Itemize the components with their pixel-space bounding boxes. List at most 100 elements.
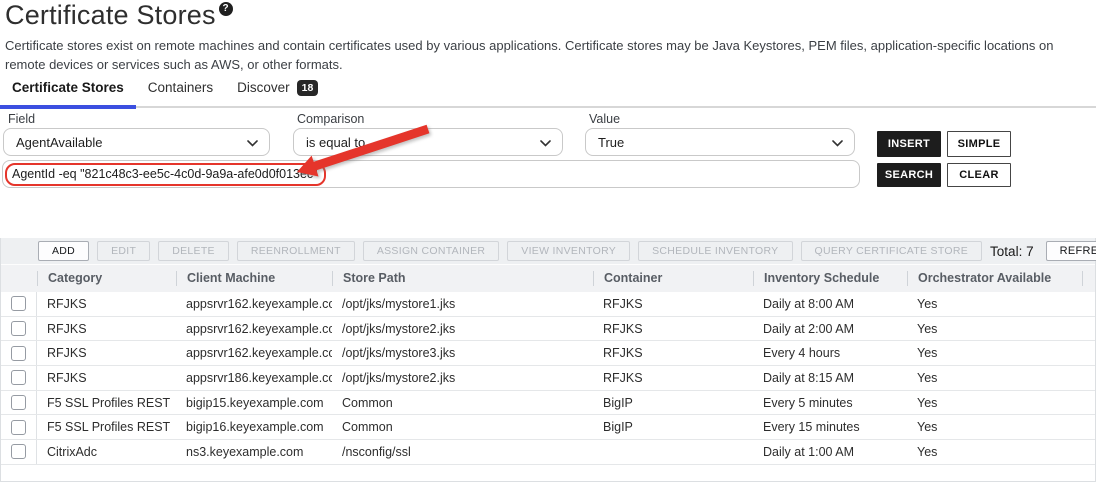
grid-body: RFJKS appsrvr162.keyexample.com /opt/jks… — [1, 292, 1095, 465]
cell-container: BigIP — [593, 396, 753, 410]
table-row: F5 SSL Profiles REST bigip15.keyexample.… — [1, 391, 1095, 416]
field-select[interactable]: AgentAvailable — [3, 128, 270, 156]
cell-orchestrator-available: Yes — [907, 445, 1082, 459]
cell-store-path: /opt/jks/mystore2.jks — [332, 371, 593, 385]
cell-client-machine: appsrvr162.keyexample.com — [176, 346, 332, 360]
toolbar-button-edit: EDIT — [97, 241, 150, 261]
simple-button[interactable]: SIMPLE — [947, 131, 1011, 157]
help-icon[interactable]: ? — [219, 2, 233, 16]
tab-label: Certificate Stores — [12, 80, 124, 95]
row-checkbox[interactable] — [11, 420, 26, 435]
toolbar-button-assign-container: ASSIGN CONTAINER — [363, 241, 499, 261]
cell-client-machine: appsrvr162.keyexample.com — [176, 297, 332, 311]
cell-store-path: /opt/jks/mystore3.jks — [332, 346, 593, 360]
table-row: RFJKS appsrvr162.keyexample.com /opt/jks… — [1, 292, 1095, 317]
cell-inventory-schedule: Every 15 minutes — [753, 420, 907, 434]
column-header-store-path[interactable]: Store Path — [332, 271, 593, 286]
cell-client-machine: appsrvr162.keyexample.com — [176, 322, 332, 336]
tab-label: Discover — [237, 80, 290, 95]
column-header-category[interactable]: Category — [37, 271, 176, 286]
cell-inventory-schedule: Every 5 minutes — [753, 396, 907, 410]
page-title-text: Certificate Stores — [5, 0, 216, 30]
row-checkbox-cell — [1, 391, 37, 415]
query-text: AgentId -eq "821c48c3-ee5c-4c0d-9a9a-afe… — [12, 167, 318, 181]
field-select-value: AgentAvailable — [16, 135, 103, 150]
cell-client-machine: ns3.keyexample.com — [176, 445, 332, 459]
grid-toolbar-right: Total: 7 REFRESH — [990, 241, 1096, 261]
row-checkbox[interactable] — [11, 395, 26, 410]
cell-category: F5 SSL Profiles REST — [37, 420, 176, 434]
cell-container: RFJKS — [593, 371, 753, 385]
comparison-select[interactable]: is equal to — [293, 128, 563, 156]
clear-button[interactable]: CLEAR — [947, 163, 1011, 187]
chevron-down-icon — [247, 135, 258, 150]
table-row: CitrixAdc ns3.keyexample.com /nsconfig/s… — [1, 440, 1095, 465]
value-label: Value — [589, 112, 620, 126]
cell-category: CitrixAdc — [37, 445, 176, 459]
query-input[interactable]: AgentId -eq "821c48c3-ee5c-4c0d-9a9a-afe… — [2, 160, 860, 188]
cell-client-machine: bigip15.keyexample.com — [176, 396, 332, 410]
cell-inventory-schedule: Daily at 1:00 AM — [753, 445, 907, 459]
total-count: Total: 7 — [990, 244, 1034, 259]
comparison-select-value: is equal to — [306, 135, 365, 150]
row-checkbox[interactable] — [11, 444, 26, 459]
tab-containers[interactable]: Containers — [136, 74, 225, 106]
cell-store-path: /opt/jks/mystore2.jks — [332, 322, 593, 336]
cell-client-machine: appsrvr186.keyexample.com — [176, 371, 332, 385]
cell-inventory-schedule: Daily at 8:15 AM — [753, 371, 907, 385]
cell-container: RFJKS — [593, 346, 753, 360]
cell-store-path: /nsconfig/ssl — [332, 445, 593, 459]
header-spacer — [1082, 271, 1095, 286]
cell-orchestrator-available: Yes — [907, 322, 1082, 336]
cell-container: RFJKS — [593, 297, 753, 311]
query-builder: Field Comparison Value AgentAvailable is… — [0, 104, 1096, 238]
comparison-label: Comparison — [297, 112, 364, 126]
certificate-store-grid-panel: ADDEDITDELETEREENROLLMENTASSIGN CONTAINE… — [0, 238, 1096, 482]
row-checkbox[interactable] — [11, 321, 26, 336]
toolbar-button-delete: DELETE — [158, 241, 229, 261]
field-label: Field — [8, 112, 35, 126]
cell-container: BigIP — [593, 420, 753, 434]
row-checkbox[interactable] — [11, 296, 26, 311]
tab-certificate-stores[interactable]: Certificate Stores — [0, 74, 136, 106]
toolbar-button-schedule-inventory: SCHEDULE INVENTORY — [638, 241, 792, 261]
certificate-stores-page: Certificate Stores? Certificate stores e… — [0, 0, 1096, 482]
row-checkbox-cell — [1, 317, 37, 341]
refresh-button[interactable]: REFRESH — [1046, 241, 1096, 261]
column-header-client-machine[interactable]: Client Machine — [176, 271, 332, 286]
value-select[interactable]: True — [585, 128, 855, 156]
column-header-inventory-schedule[interactable]: Inventory Schedule — [753, 271, 907, 286]
cell-category: RFJKS — [37, 346, 176, 360]
cell-inventory-schedule: Daily at 2:00 AM — [753, 322, 907, 336]
row-checkbox-cell — [1, 440, 37, 464]
toolbar-button-add[interactable]: ADD — [38, 241, 89, 261]
insert-button[interactable]: INSERT — [877, 131, 941, 157]
row-checkbox[interactable] — [11, 346, 26, 361]
cell-orchestrator-available: Yes — [907, 396, 1082, 410]
discover-count-badge: 18 — [297, 80, 319, 96]
page-title: Certificate Stores? — [0, 0, 1096, 31]
chevron-down-icon — [540, 135, 551, 150]
tab-discover[interactable]: Discover 18 — [225, 74, 330, 106]
row-checkbox-cell — [1, 415, 37, 439]
cell-category: RFJKS — [37, 297, 176, 311]
table-row: F5 SSL Profiles REST bigip16.keyexample.… — [1, 415, 1095, 440]
cell-store-path: Common — [332, 420, 593, 434]
cell-inventory-schedule: Daily at 8:00 AM — [753, 297, 907, 311]
search-button[interactable]: SEARCH — [877, 163, 941, 187]
cell-category: RFJKS — [37, 322, 176, 336]
table-row: RFJKS appsrvr162.keyexample.com /opt/jks… — [1, 341, 1095, 366]
cell-store-path: /opt/jks/mystore1.jks — [332, 297, 593, 311]
row-checkbox-cell — [1, 292, 37, 316]
cell-inventory-schedule: Every 4 hours — [753, 346, 907, 360]
row-checkbox-cell — [1, 341, 37, 365]
cell-orchestrator-available: Yes — [907, 371, 1082, 385]
table-row: RFJKS appsrvr186.keyexample.com /opt/jks… — [1, 366, 1095, 391]
toolbar-button-view-inventory: VIEW INVENTORY — [507, 241, 630, 261]
column-header-orchestrator-available[interactable]: Orchestrator Available — [907, 271, 1082, 286]
column-header-container[interactable]: Container — [593, 271, 753, 286]
cell-category: F5 SSL Profiles REST — [37, 396, 176, 410]
row-checkbox[interactable] — [11, 370, 26, 385]
grid-toolbar: ADDEDITDELETEREENROLLMENTASSIGN CONTAINE… — [1, 238, 1095, 265]
row-checkbox-cell — [1, 366, 37, 390]
